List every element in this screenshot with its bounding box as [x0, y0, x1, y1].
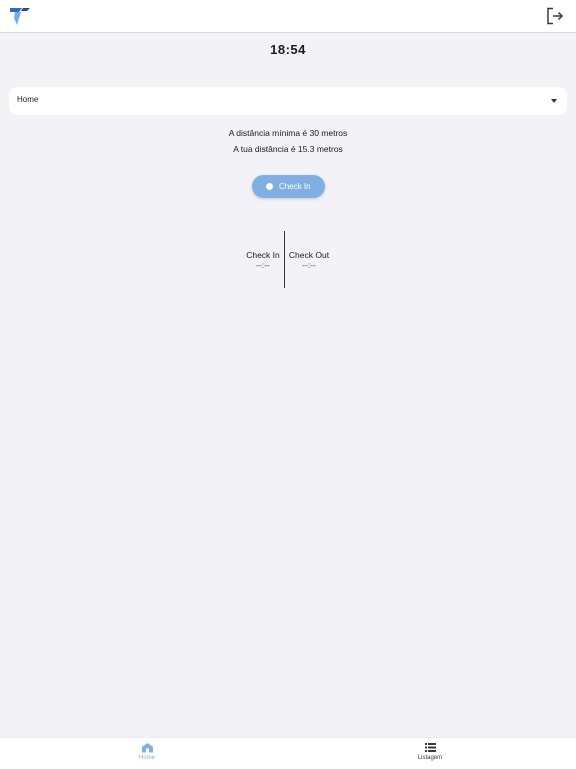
- check-out-stat: Check Out --:--: [279, 250, 339, 270]
- bottom-tab-bar: Home Listagem: [0, 737, 576, 769]
- current-distance-text: A tua distância é 15.3 metros: [233, 144, 343, 154]
- tab-home-label: Home: [138, 755, 155, 761]
- tab-home[interactable]: Home: [117, 742, 177, 761]
- check-out-title: Check Out: [288, 250, 330, 260]
- location-select-value: Home: [17, 95, 39, 104]
- brand-logo-icon: [10, 8, 30, 25]
- chevron-down-icon: [551, 99, 557, 103]
- check-in-button-label: Check In: [279, 182, 311, 191]
- check-out-time: --:--: [302, 260, 316, 270]
- check-in-button[interactable]: Check In: [252, 175, 325, 198]
- top-bar: [0, 0, 576, 33]
- location-select[interactable]: Home: [9, 87, 567, 115]
- tab-listagem[interactable]: Listagem: [400, 742, 460, 761]
- current-time: 18:54: [270, 42, 306, 57]
- list-icon: [424, 743, 436, 752]
- minimum-distance-text: A distância mínima é 30 metros: [228, 128, 348, 138]
- logout-icon[interactable]: [546, 7, 564, 25]
- home-icon: [141, 743, 153, 753]
- dot-icon: [266, 182, 273, 190]
- tab-listagem-label: Listagem: [417, 755, 443, 761]
